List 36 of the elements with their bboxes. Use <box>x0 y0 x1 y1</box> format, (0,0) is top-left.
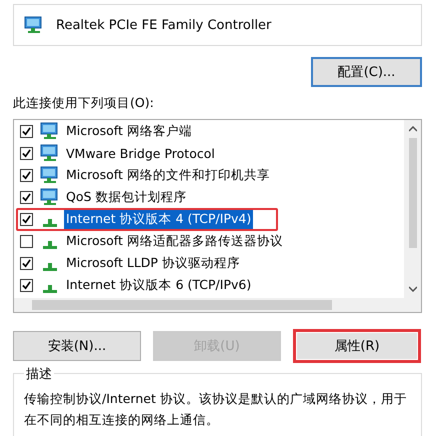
checkbox[interactable] <box>20 190 33 204</box>
vertical-scrollbar[interactable] <box>404 120 421 298</box>
network-protocol-icon <box>43 241 57 249</box>
list-item[interactable]: Microsoft 网络适配器多路传送器协议 <box>64 232 285 250</box>
adapter-name: Realtek PCIe FE Family Controller <box>56 18 272 32</box>
network-client-icon <box>40 188 60 206</box>
list-item[interactable]: Microsoft 网络客户端 <box>64 122 194 140</box>
checkbox[interactable] <box>20 234 33 248</box>
checkbox[interactable] <box>20 168 33 182</box>
checkbox[interactable] <box>20 124 33 138</box>
list-item[interactable]: Microsoft 网络的文件和打印机共享 <box>64 166 272 184</box>
list-item[interactable]: QoS 数据包计划程序 <box>64 188 188 206</box>
list-item[interactable]: VMware Bridge Protocol <box>64 144 217 162</box>
checkbox[interactable] <box>20 212 33 226</box>
list-item[interactable]: Internet 协议版本 6 (TCP/IPv6) <box>64 276 254 294</box>
action-button[interactable]: 安装(N)... <box>13 331 141 361</box>
horizontal-scrollbar[interactable] <box>14 298 421 312</box>
items-label: 此连接使用下列项目(O): <box>13 95 155 112</box>
description-text: 传输控制协议/Internet 协议。该协议是默认的广域网络协议，用于在不同的相互连接的网络上通信。 <box>24 390 408 429</box>
network-protocol-icon <box>43 263 57 271</box>
checkbox[interactable] <box>20 146 33 160</box>
checkbox[interactable] <box>20 278 33 292</box>
network-protocol-icon <box>43 219 57 227</box>
network-client-icon <box>40 166 60 184</box>
description-title: 描述 <box>24 365 54 383</box>
network-client-icon <box>40 122 60 140</box>
scroll-up-icon[interactable] <box>408 126 416 132</box>
list-item[interactable]: Internet 协议版本 4 (TCP/IPv4) <box>64 210 254 228</box>
scroll-down-icon[interactable] <box>408 286 416 292</box>
list-item[interactable]: Microsoft LLDP 协议驱动程序 <box>64 254 242 272</box>
action-button[interactable]: 属性(R) <box>293 329 421 363</box>
network-client-icon <box>40 144 60 162</box>
network-protocol-icon <box>43 285 57 293</box>
configure-button[interactable]: 配置(C)... <box>311 57 422 87</box>
checkbox[interactable] <box>20 256 33 270</box>
network-adapter-icon <box>24 16 44 34</box>
